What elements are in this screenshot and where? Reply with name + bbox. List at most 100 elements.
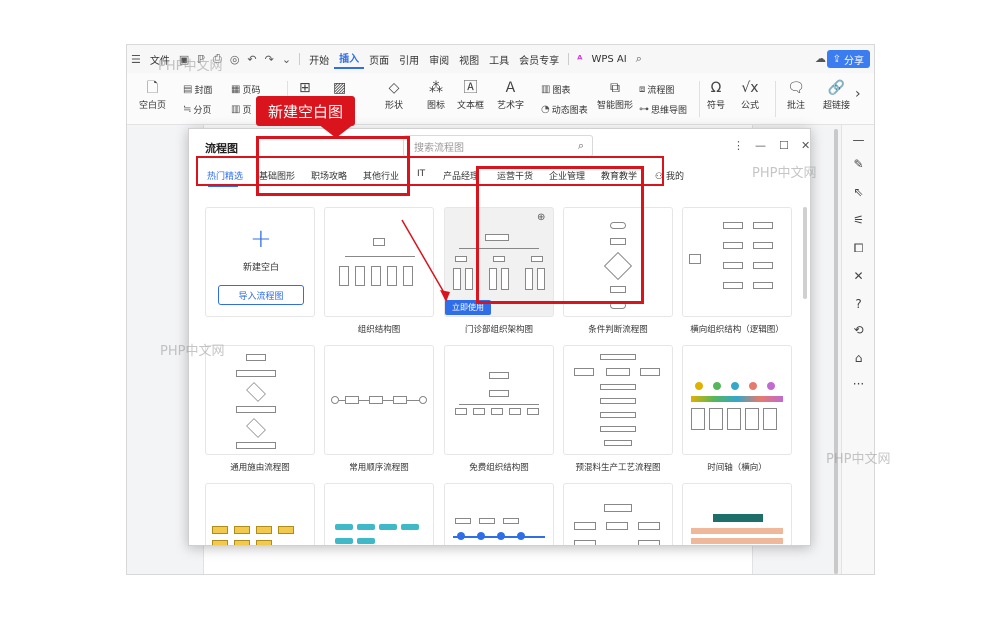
page-number-button[interactable]: ▦ 页码 [231,83,260,96]
sync-icon[interactable]: ⟲ [842,323,874,337]
mindmap-button[interactable]: ⊶ 思维导图 [639,103,687,116]
dynamic-chart-button[interactable]: ◔ 动态图表 [541,103,588,116]
tab-basic[interactable]: 基础图形 [259,169,295,182]
undo-icon[interactable]: ↶ [243,53,260,66]
zoom-in-icon[interactable]: ⊕ [537,212,545,223]
blank-page-button[interactable]: 🗋 空白页 [139,81,166,111]
search-input[interactable]: 搜索流程图 ⌕ [403,135,593,157]
shape-button[interactable]: ◇ 形状 [385,81,403,111]
tab-enterprise[interactable]: 企业管理 [549,169,585,182]
page-icon: 🗋 [146,80,159,96]
tools-icon[interactable]: ✕ [842,269,874,283]
template-title: 免费组织结构图 [469,463,529,473]
section-button[interactable]: ≒ 分页 [183,103,211,116]
scrollbar-thumb[interactable] [834,129,838,574]
template-card[interactable] [324,483,434,545]
preview-icon[interactable]: ◎ [226,53,244,66]
flowchart-button[interactable]: ⧈ 流程图 [639,83,674,96]
help-icon[interactable]: ? [842,297,874,311]
tab-insert[interactable]: 插入 [334,50,365,69]
template-card[interactable] [563,483,673,545]
tab-workplace[interactable]: 职场攻略 [311,169,347,182]
more-vert-icon[interactable]: ⋮ [733,139,744,152]
comment-button[interactable]: 🗨 批注 [787,81,805,111]
cover-button[interactable]: ▤ 封面 [183,83,212,96]
divider [299,53,301,65]
symbol-button[interactable]: Ω 符号 [707,81,725,111]
new-blank-card[interactable]: + 新建空白 导入流程图 [205,207,315,317]
share-label: 分享 [844,55,864,67]
callout-pointer [318,124,354,138]
minimize-icon[interactable]: — [755,139,766,152]
tab-member[interactable]: 会员专享 [514,52,564,67]
search-icon[interactable]: ⌕ [632,52,646,66]
watermark: PHP中文网 [160,344,225,359]
import-button[interactable]: 导入流程图 [218,285,304,305]
tab-education[interactable]: 教育教学 [601,169,637,182]
shirt-icon[interactable]: ⌂ [842,351,874,365]
tab-review[interactable]: 审阅 [424,52,454,67]
close-icon[interactable]: ✕ [801,139,810,152]
maximize-icon[interactable]: ☐ [779,139,789,152]
symbol-label: 符号 [707,101,726,111]
template-card[interactable] [444,345,554,455]
chart-icon: ▥ [541,84,551,95]
tab-other[interactable]: 其他行业 [363,169,399,182]
tab-it[interactable]: IT [417,169,425,179]
table-button[interactable]: ⊞ [299,81,311,95]
document-scrollbar[interactable] [832,125,840,574]
textbox-button[interactable]: 🄰 文本框 [457,81,484,111]
tab-underline [208,185,238,187]
template-card[interactable] [563,345,673,455]
chart-button[interactable]: ▥ 图表 [541,83,570,96]
smart-graphic-label: 智能图形 [597,101,634,111]
tab-page[interactable]: 页面 [364,52,394,67]
template-card[interactable] [682,207,792,317]
share-button[interactable]: ⇪ 分享 [826,50,870,68]
image-edit-icon[interactable]: ⧠ [842,241,874,256]
divider [699,81,700,117]
smart-graphic-button[interactable]: ⧉ 智能图形 [597,81,633,111]
cloud-icon[interactable]: ☁ [815,52,826,65]
template-card[interactable] [324,345,434,455]
template-title: 预混料生产工艺流程图 [575,463,661,473]
template-card[interactable] [682,483,792,545]
icon-button[interactable]: ⁂ 图标 [427,81,445,111]
tab-view[interactable]: 视图 [454,52,484,67]
tab-ops[interactable]: 运营干货 [497,169,533,182]
template-card[interactable] [205,345,315,455]
hamburger-icon[interactable]: ☰ [127,53,145,66]
menu-bar: ☰ 文件 ▣ ℙ ⎙ ◎ ↶ ↷ ⌄ 开始 插入 页面 引用 审阅 视图 工具 … [127,45,874,73]
cursor-icon[interactable]: ⇖ [842,185,874,199]
template-card[interactable] [205,483,315,545]
search-icon[interactable]: ⌕ [578,139,584,153]
template-card[interactable] [563,207,673,317]
tab-reference[interactable]: 引用 [394,52,424,67]
formula-button[interactable]: √x 公式 [741,81,759,111]
watermark: PHP中文网 [826,452,891,467]
omega-icon: Ω [710,80,722,96]
tab-wps-ai[interactable]: WPS AI [586,54,631,65]
more-icon[interactable]: ··· [842,377,874,391]
sliders-icon[interactable]: ⚟ [842,213,874,227]
tab-start[interactable]: 开始 [304,52,334,67]
page-short-button[interactable]: ▥ 页 [231,103,251,116]
hyperlink-button[interactable]: 🔗 超链接 [823,81,850,111]
section-label: 分页 [193,106,212,116]
dialog-scrollbar[interactable] [803,207,807,299]
sqrt-icon: √x [741,80,759,96]
minus-icon[interactable]: — [842,133,874,147]
tab-hot[interactable]: 热门精选 [207,169,243,182]
template-title: 常用顺序流程图 [349,463,409,473]
art-text-button[interactable]: Ａ 艺术字 [497,81,524,111]
tab-mine[interactable]: ⚇ 我的 [655,169,684,182]
redo-icon[interactable]: ↷ [261,53,278,66]
template-card[interactable] [444,483,554,545]
tab-tools[interactable]: 工具 [484,52,514,67]
image-button[interactable]: ▨ [333,81,346,95]
chevron-down-icon[interactable]: ⌄ [278,53,295,66]
ribbon-more-button[interactable]: › [855,87,861,101]
template-card[interactable] [682,345,792,455]
pen-icon[interactable]: ✎ [842,157,874,171]
tab-pm[interactable]: 产品经理 [443,169,479,182]
